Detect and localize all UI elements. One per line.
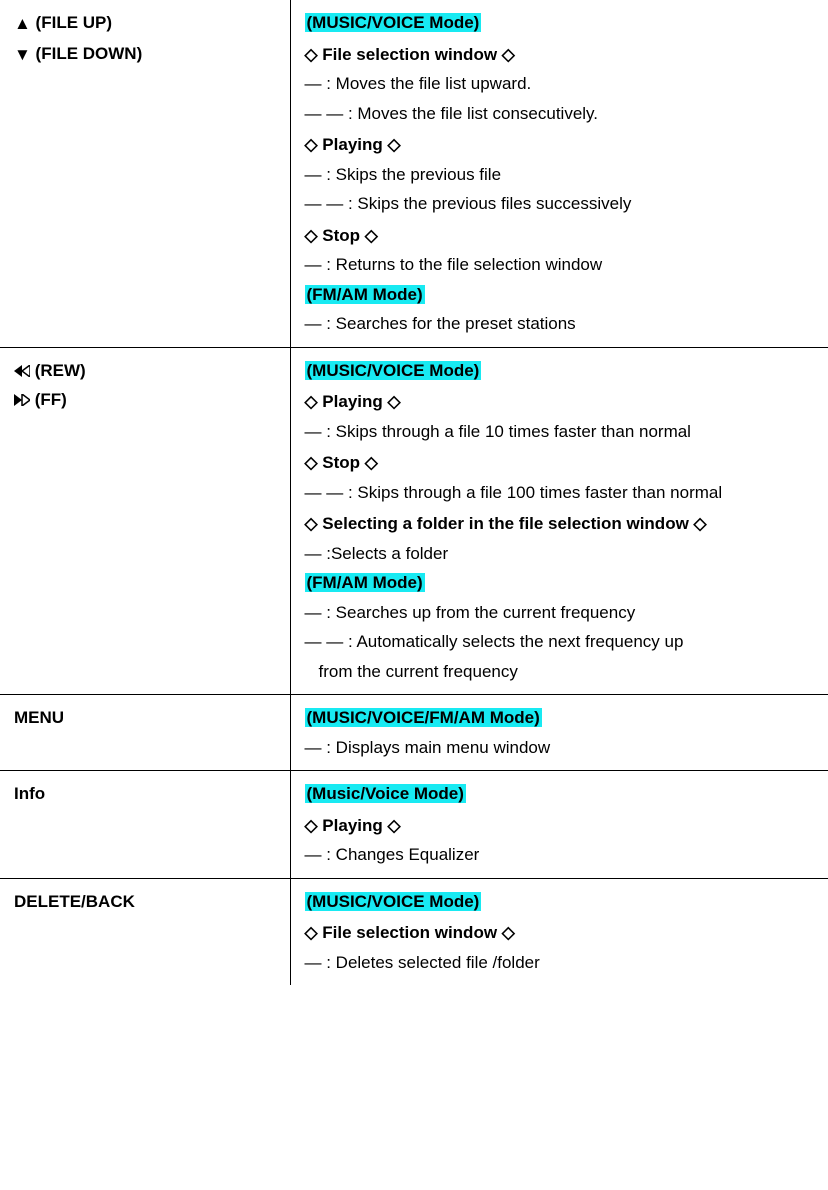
button-label: ▼ (FILE DOWN) — [14, 41, 280, 68]
button-label: (REW) — [14, 358, 280, 384]
button-column: MENU — [0, 695, 290, 771]
button-label: Info — [14, 781, 280, 807]
mode-label: (MUSIC/VOICE/FM/AM Mode) — [305, 705, 819, 731]
description-line: — : Skips through a file 10 times faster… — [305, 419, 819, 445]
section-heading: ◇ Playing ◇ — [305, 132, 819, 158]
button-label: ▲ (FILE UP) — [14, 10, 280, 37]
button-label: MENU — [14, 705, 280, 731]
description-column: (MUSIC/VOICE Mode) ◇ Playing ◇ — : Skips t… — [290, 347, 828, 695]
section-heading: ◇ Playing ◇ — [305, 389, 819, 415]
table-row: (REW) (FF) (MUSIC/VOICE Mode) ◇ Playing ◇ —… — [0, 347, 828, 695]
button-label: (FF) — [14, 387, 280, 413]
section-heading: ◇ File selection window ◇ — [305, 920, 819, 946]
button-column: (REW) (FF) — [0, 347, 290, 695]
rewind-icon — [14, 365, 30, 377]
description-line: — : Searches for the preset stations — [305, 311, 819, 337]
button-column: DELETE/BACK — [0, 878, 290, 985]
mode-label: (FM/AM Mode) — [305, 282, 819, 308]
fast-forward-icon — [14, 394, 30, 406]
section-heading: ◇ Stop ◇ — [305, 450, 819, 476]
description-column: (Music/Voice Mode) ◇ Playing ◇ — : Changes… — [290, 771, 828, 879]
mode-label: (MUSIC/VOICE Mode) — [305, 889, 819, 915]
section-heading: ◇ Playing ◇ — [305, 813, 819, 839]
description-line: — : Searches up from the current frequen… — [305, 600, 819, 626]
section-heading: ◇ File selection window ◇ — [305, 42, 819, 68]
table-row: DELETE/BACK (MUSIC/VOICE Mode) ◇ File sele… — [0, 878, 828, 985]
description-line: — — : Automatically selects the next fre… — [305, 629, 819, 655]
mode-label: (Music/Voice Mode) — [305, 781, 819, 807]
description-line: — : Displays main menu window — [305, 735, 819, 761]
description-line: — — : Skips the previous files successiv… — [305, 191, 819, 217]
triangle-down-icon: ▼ — [14, 42, 31, 68]
description-line: — — : Skips through a file 100 times fas… — [305, 480, 819, 506]
button-label: DELETE/BACK — [14, 889, 280, 915]
button-column: Info — [0, 771, 290, 879]
mode-label: (MUSIC/VOICE Mode) — [305, 10, 819, 36]
mode-label: (MUSIC/VOICE Mode) — [305, 358, 819, 384]
description-line: — : Changes Equalizer — [305, 842, 819, 868]
description-line: — : Moves the file list upward. — [305, 71, 819, 97]
description-line: — — : Moves the file list consecutively. — [305, 101, 819, 127]
section-heading: ◇ Selecting a folder in the file selecti… — [305, 511, 819, 537]
triangle-up-icon: ▲ — [14, 11, 31, 37]
description-column: (MUSIC/VOICE Mode) ◇ File selection windo… — [290, 878, 828, 985]
button-column: ▲ (FILE UP) ▼ (FILE DOWN) — [0, 0, 290, 347]
table-row: Info (Music/Voice Mode) ◇ Playing ◇ — : Ch… — [0, 771, 828, 879]
mode-label: (FM/AM Mode) — [305, 570, 819, 596]
description-line: — : Deletes selected file /folder — [305, 950, 819, 976]
section-heading: ◇ Stop ◇ — [305, 223, 819, 249]
description-line: from the current frequency — [305, 659, 819, 685]
table-row: MENU (MUSIC/VOICE/FM/AM Mode) — : Displays… — [0, 695, 828, 771]
description-column: (MUSIC/VOICE/FM/AM Mode) — : Displays mai… — [290, 695, 828, 771]
description-line: — : Returns to the file selection window — [305, 252, 819, 278]
control-table: ▲ (FILE UP) ▼ (FILE DOWN) (MUSIC/VOICE Mod… — [0, 0, 828, 985]
table-row: ▲ (FILE UP) ▼ (FILE DOWN) (MUSIC/VOICE Mod… — [0, 0, 828, 347]
description-column: (MUSIC/VOICE Mode) ◇ File selection windo… — [290, 0, 828, 347]
description-line: — :Selects a folder — [305, 541, 819, 567]
description-line: — : Skips the previous file — [305, 162, 819, 188]
